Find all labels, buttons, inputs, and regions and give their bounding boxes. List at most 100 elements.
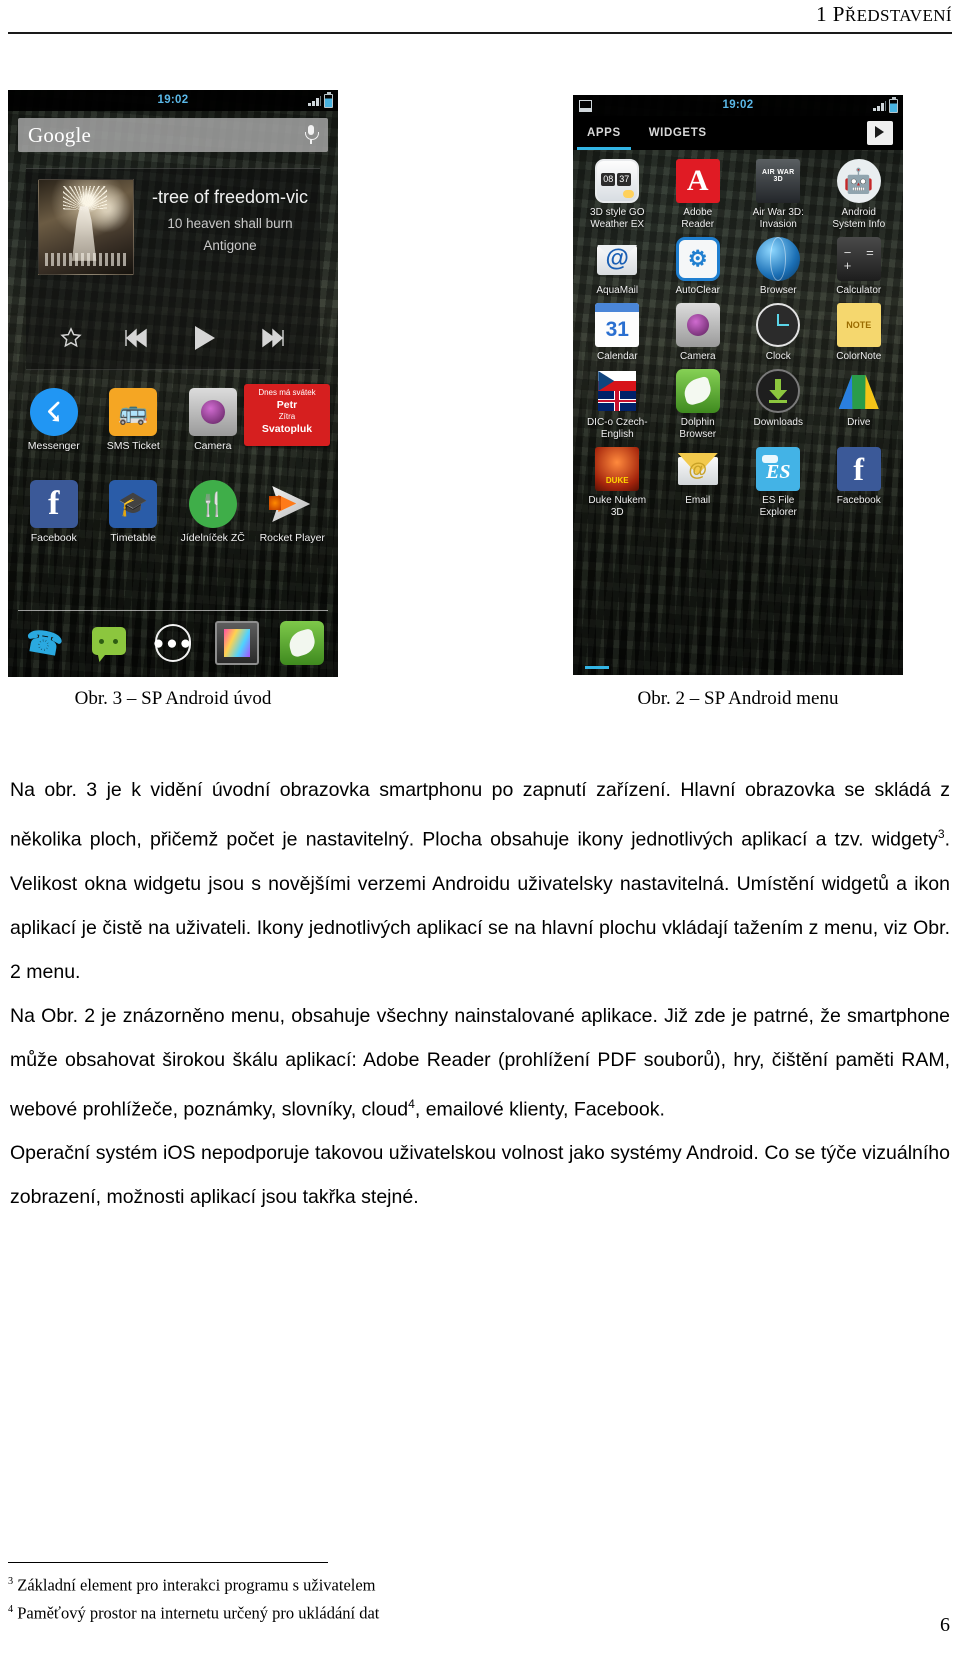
app-drawer-icon[interactable]: ●●● [151, 621, 195, 665]
home-app-label: SMS Ticket [106, 440, 160, 452]
app-colornote[interactable]: NOTE ColorNote [821, 303, 897, 363]
app-air-war-3d-invasion[interactable]: AIR WAR 3D Air War 3D: Invasion [740, 159, 816, 231]
track-info: -tree of freedom-vic 10 heaven shall bur… [146, 187, 314, 253]
app-label: ES File Explorer [759, 495, 797, 518]
page-scroll-indicator [585, 666, 609, 669]
browser-globe-icon [756, 237, 801, 281]
app-autoclear[interactable]: ⚙ AutoClear [660, 237, 736, 297]
paragraph-2: Na Obr. 2 je znázorněno menu, obsahuje v… [10, 994, 950, 1132]
status-clock: 19:02 [157, 94, 189, 106]
download-icon [756, 369, 801, 413]
phone-icon[interactable]: ☎ [22, 621, 66, 665]
duke-nukem-icon: DUKE [595, 447, 640, 491]
app-grid-row: 31 Calendar Camera Clock NOTE ColorNote [577, 303, 899, 363]
footnotes: 3 Základní element pro interakci program… [8, 1570, 950, 1625]
app-label: Calculator [836, 285, 882, 296]
status-bar: 19:02 [573, 95, 903, 116]
paragraph-1: Na obr. 3 je k vidění úvodní obrazovka s… [10, 768, 950, 994]
page-header: 1 PŘEDSTAVENÍ [0, 0, 960, 40]
app-label: Drive [847, 417, 871, 428]
microphone-icon[interactable] [304, 124, 319, 146]
home-app-label: Jídelníček ZČ [180, 532, 245, 544]
status-icons [308, 90, 333, 111]
album-name: Antigone [203, 238, 257, 253]
footnote-number: 3 [8, 1576, 14, 1587]
paragraph-1-part-b: . Velikost okna widgetu jsou s novějšími… [10, 828, 950, 983]
home-app-camera[interactable]: Camera [176, 388, 250, 452]
figure-android-menu-screenshot: 19:02 APPS WIDGETS 08 37 3D style GO Wea… [573, 95, 903, 675]
app-adobe-reader[interactable]: A Adobe Reader [660, 159, 736, 231]
album-art-title-art [44, 253, 128, 267]
dolphin-browser-icon[interactable] [279, 621, 324, 665]
app-android-system-info[interactable]: 🤖 Android System Info [821, 159, 897, 231]
app-label: Clock [765, 351, 791, 362]
app-duke-nukem-3d[interactable]: DUKE Duke Nukem 3D [579, 447, 655, 519]
paragraph-1-part-a: Na obr. 3 je k vidění úvodní obrazovka s… [10, 779, 950, 851]
gallery-icon[interactable] [215, 621, 260, 665]
star-icon[interactable] [60, 327, 82, 349]
home-app-timetable[interactable]: 🎓 Timetable [96, 480, 170, 544]
home-app-label: Rocket Player [259, 532, 325, 544]
play-store-icon[interactable] [867, 121, 893, 145]
app-downloads[interactable]: Downloads [740, 369, 816, 441]
previous-icon[interactable] [123, 327, 149, 349]
app-grid-row: @ AquaMail ⚙ AutoClear Browser − = + Cal… [577, 237, 899, 297]
app-dic-o-czech-english[interactable]: DIC-o Czech- English [579, 369, 655, 441]
adobe-reader-icon: A [675, 159, 720, 203]
app-label: Adobe Reader [681, 207, 715, 230]
status-bar: 19:02 [8, 90, 338, 111]
app-facebook[interactable]: f Facebook [821, 447, 897, 519]
app-browser[interactable]: Browser [740, 237, 816, 297]
app-grid: 08 37 3D style GO Weather EX A Adobe Rea… [573, 153, 903, 661]
app-label: AquaMail [596, 285, 639, 296]
app-dolphin-browser[interactable]: Dolphin Browser [660, 369, 736, 441]
home-app-jidelnicek[interactable]: 🍴 Jídelníček ZČ [176, 480, 250, 544]
footnote-marker-4: 4 [408, 1096, 415, 1111]
weather-clock-icon: 08 37 [595, 159, 640, 203]
app-camera[interactable]: Camera [660, 303, 736, 363]
facebook-icon: f [836, 447, 881, 491]
app-drive[interactable]: Drive [821, 369, 897, 441]
home-app-facebook[interactable]: f Facebook [17, 480, 91, 544]
screenshot-icon [579, 100, 592, 112]
header-chapter-number: 1 [816, 2, 828, 26]
home-app-label: Facebook [30, 532, 77, 544]
tab-widgets[interactable]: WIDGETS [635, 116, 721, 150]
home-apps-row-2: f Facebook 🎓 Timetable 🍴 Jídelníček ZČ R… [14, 480, 332, 544]
app-label: Calendar [596, 351, 638, 362]
app-label: AutoClear [675, 285, 720, 296]
app-label: Camera [679, 351, 716, 362]
home-app-rocket-player[interactable]: Rocket Player [255, 480, 329, 544]
play-icon[interactable] [189, 324, 219, 352]
android-system-info-icon: 🤖 [836, 159, 881, 203]
footnote-item: 4 Paměťový prostor na internetu určený p… [8, 1598, 950, 1626]
app-clock[interactable]: Clock [740, 303, 816, 363]
paragraph-3: Operační systém iOS nepodporuje takovou … [10, 1142, 950, 1208]
music-player-widget[interactable]: -tree of freedom-vic 10 heaven shall bur… [26, 168, 320, 370]
app-label: Air War 3D: Invasion [752, 207, 804, 230]
dock: ☎ ●●● [12, 615, 334, 671]
next-icon[interactable] [260, 327, 286, 349]
google-search-widget[interactable]: Google [18, 118, 328, 152]
app-label: Downloads [753, 417, 803, 428]
aquamail-icon: @ [595, 237, 639, 281]
home-app-sms-ticket[interactable]: 🚌 SMS Ticket [96, 388, 170, 452]
footnote-text: Základní element pro interakci programu … [17, 1575, 376, 1595]
app-calendar[interactable]: 31 Calendar [579, 303, 655, 363]
footnote-item: 3 Základní element pro interakci program… [8, 1570, 950, 1598]
app-es-file-explorer[interactable]: ES ES File Explorer [740, 447, 816, 519]
paragraph-2-part-b: , emailové klienty, Facebook. [414, 1098, 665, 1120]
app-3d-style-go-weather-ex[interactable]: 08 37 3D style GO Weather EX [579, 159, 655, 231]
tab-apps[interactable]: APPS [573, 116, 635, 150]
app-aquamail[interactable]: @ AquaMail [579, 237, 655, 297]
cutlery-icon: 🍴 [188, 480, 237, 528]
messaging-icon[interactable] [87, 621, 131, 665]
dictionary-flags-icon [595, 369, 639, 413]
app-label: Android System Info [832, 207, 886, 230]
app-label: Duke Nukem 3D [588, 495, 647, 518]
app-email[interactable]: @ Email [660, 447, 736, 519]
app-label: Facebook [836, 495, 881, 506]
battery-icon [889, 96, 898, 113]
home-app-messenger[interactable]: ☇ Messenger [17, 388, 91, 452]
app-calculator[interactable]: − = + Calculator [821, 237, 897, 297]
